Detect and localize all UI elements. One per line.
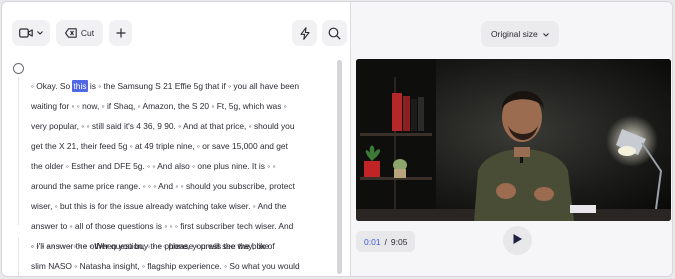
editor-toolbar: Cut: [2, 2, 350, 52]
transcript-paragraph[interactable]: ◦ ◦ ◦ ◦ ◦ ◦ ◦ ◦ ◦ ◦ ◦ ◦ When you buy the…: [31, 236, 331, 276]
lightning-icon: [299, 26, 310, 40]
paragraph-divider: [18, 238, 19, 276]
backspace-icon: [64, 28, 77, 38]
paragraph-divider: [18, 77, 19, 225]
cut-button[interactable]: Cut: [56, 20, 103, 46]
chevron-down-icon: [542, 29, 549, 39]
video-frame: [356, 59, 671, 221]
timecode-display: 0:01 / 9:05: [356, 231, 416, 252]
search-button[interactable]: [322, 20, 347, 46]
magic-actions-button[interactable]: [292, 20, 317, 46]
current-time: 0:01: [364, 236, 381, 247]
transcript-line: very popular, ◦ ◦ still said it's 4 36, …: [31, 121, 295, 131]
play-button[interactable]: [503, 226, 532, 255]
search-icon: [328, 27, 341, 40]
paragraph-select-radio[interactable]: [13, 63, 24, 74]
size-label: Original size: [491, 29, 538, 39]
transcript-panel: Cut ◦ Okay. So this is ◦ the Samsung S 2…: [2, 2, 350, 276]
transcript-scrollbar[interactable]: [337, 60, 342, 274]
camera-dropdown-button[interactable]: [12, 20, 50, 46]
video-player[interactable]: [356, 59, 671, 221]
time-separator: /: [384, 236, 387, 247]
total-time: 9:05: [390, 236, 408, 247]
transcript-line: get the X 21, their feed 5g ◦ at 49 trip…: [31, 141, 288, 151]
selected-word[interactable]: this: [72, 80, 88, 92]
add-button[interactable]: [109, 20, 132, 46]
chevron-down-icon: [37, 31, 43, 35]
cut-label: Cut: [80, 28, 95, 38]
app-frame: Cut ◦ Okay. So this is ◦ the Samsung S 2…: [1, 1, 673, 277]
transcript-line: answer to ◦ all of those questions is ◦ …: [31, 221, 294, 231]
size-dropdown[interactable]: Original size: [481, 21, 559, 47]
transcript-line: ◦ Okay. So this is ◦ the Samsung S 21 Ef…: [31, 80, 300, 92]
transcript-line: ◦ ◦ ◦ ◦ ◦ ◦ ◦ ◦ ◦ ◦ ◦ ◦ When you buy the…: [31, 241, 275, 251]
transcript-line: waiting for ◦ ◦ now, ◦ if Shaq, ◦ Amazon…: [31, 101, 287, 111]
video-camera-icon: [19, 28, 33, 38]
transcript-line: around the same price range. ◦ ◦ ◦ And ◦…: [31, 181, 295, 191]
play-icon: [512, 232, 523, 250]
transcript-line: wiser, ◦ but this is for the issue alrea…: [31, 201, 287, 211]
transcript-paragraph[interactable]: ◦ Okay. So this is ◦ the Samsung S 21 Ef…: [31, 76, 331, 256]
preview-panel: Original size 0:01 / 9:05: [350, 2, 672, 276]
transcript-line: slim NASO ◦ Natasha insight, ◦ flagship …: [31, 261, 300, 271]
plus-icon: [116, 28, 126, 38]
transcript-line: the older ◦ Esther and DFE 5g. ◦ ◦ And a…: [31, 161, 276, 171]
